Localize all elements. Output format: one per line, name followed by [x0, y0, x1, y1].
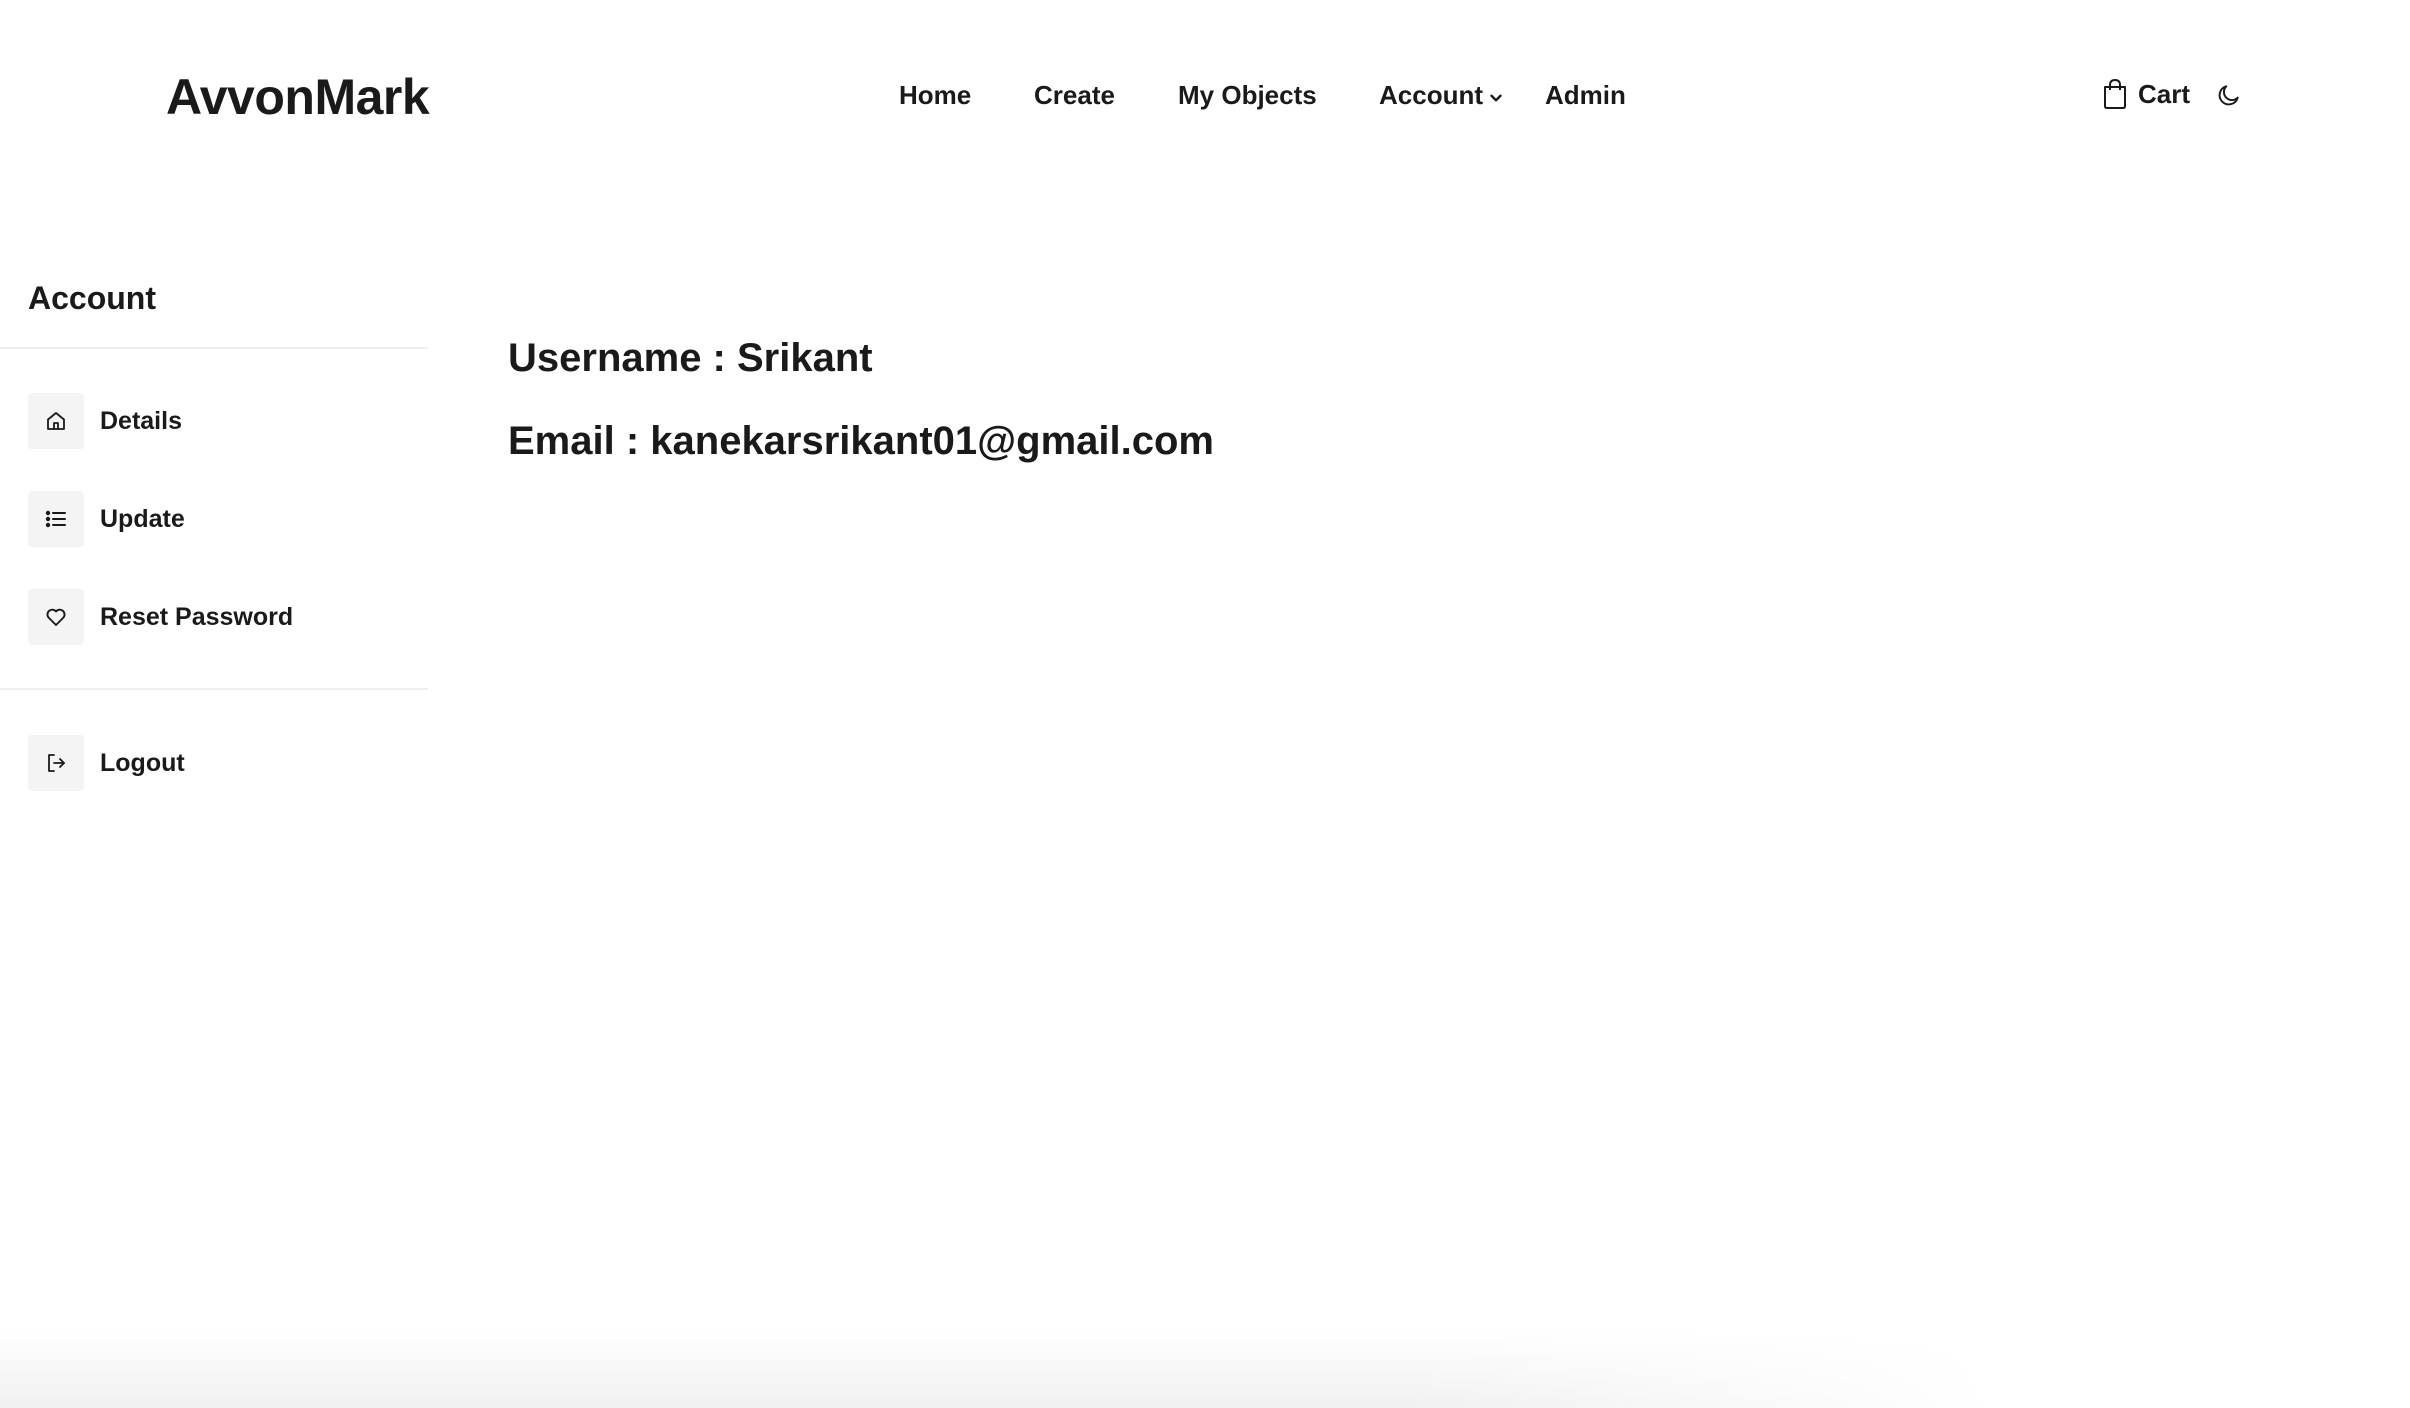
nav-create-link[interactable]: Create	[1034, 80, 1115, 111]
nav-account-label: Account	[1379, 80, 1483, 110]
sidebar-item-logout[interactable]: Logout	[28, 735, 185, 791]
sidebar-title: Account	[28, 280, 156, 316]
sidebar-item-label: Reset Password	[100, 602, 294, 631]
username-text: Username : Srikant	[508, 336, 873, 380]
cart-button[interactable]: Cart	[2102, 78, 2190, 110]
home-icon	[28, 393, 84, 449]
shopping-bag-icon	[2104, 79, 2126, 109]
email-text: Email : kanekarsrikant01@gmail.com	[508, 419, 1214, 463]
sidebar-item-reset-password[interactable]: Reset Password	[28, 589, 293, 645]
brand-logo[interactable]: AvvonMark	[166, 68, 430, 126]
nav-admin-link[interactable]: Admin	[1545, 80, 1626, 111]
bottom-shadow	[0, 1330, 2000, 1408]
chevron-down-icon	[1490, 94, 1502, 101]
site-header: AvvonMark Home Create My Objects Account…	[0, 0, 2410, 195]
sidebar-divider	[0, 347, 428, 349]
sidebar-item-label: Update	[100, 504, 185, 533]
logout-icon	[28, 735, 84, 791]
nav-my-objects-link[interactable]: My Objects	[1178, 80, 1317, 111]
nav-home-link[interactable]: Home	[899, 80, 971, 111]
sidebar-item-label: Logout	[100, 748, 185, 777]
account-page: AvvonMark Home Create My Objects Account…	[0, 0, 2410, 1408]
heart-icon	[28, 589, 84, 645]
account-details-panel: Username : Srikant Email : kanekarsrikan…	[508, 330, 1214, 469]
cart-label: Cart	[2138, 78, 2191, 109]
sidebar-item-update[interactable]: Update	[28, 491, 185, 547]
sidebar-item-label: Details	[100, 406, 182, 435]
sidebar-item-details[interactable]: Details	[28, 393, 182, 449]
sidebar-divider	[0, 688, 428, 690]
nav-account-dropdown[interactable]: Account	[1379, 80, 1505, 111]
moon-icon[interactable]	[2216, 82, 2242, 108]
list-icon	[28, 491, 84, 547]
